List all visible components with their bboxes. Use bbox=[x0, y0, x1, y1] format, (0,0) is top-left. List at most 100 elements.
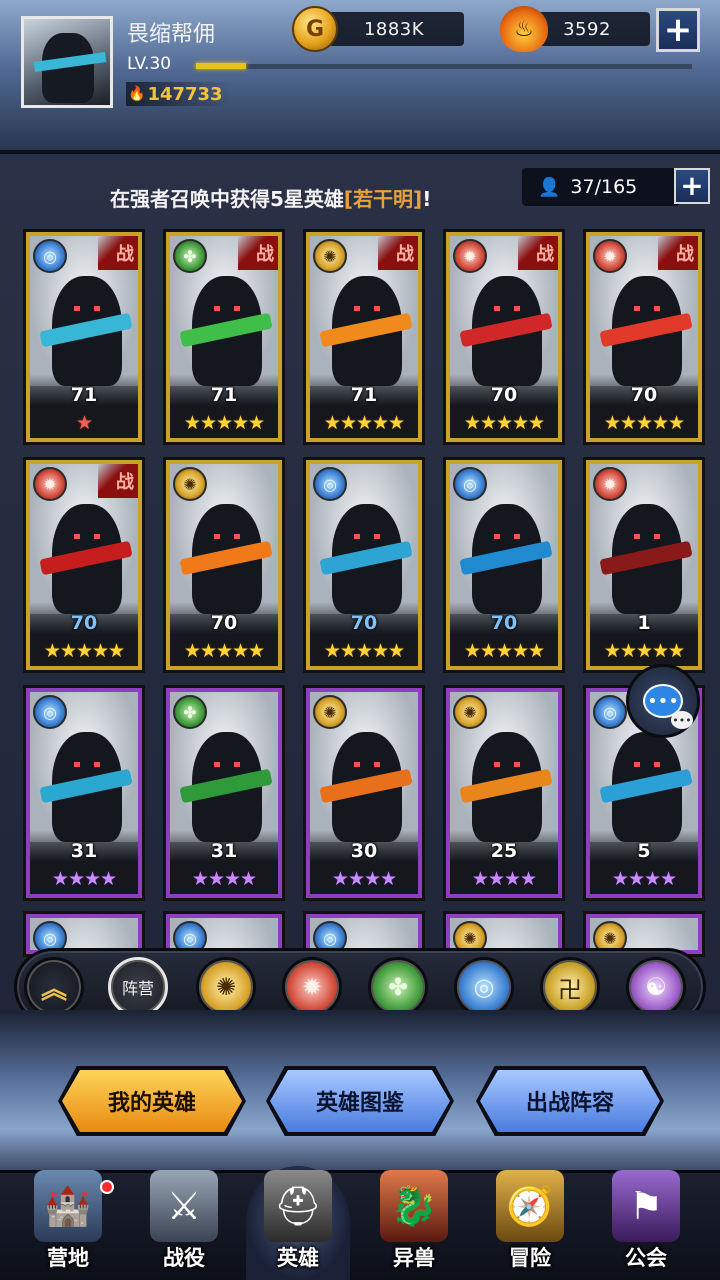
battle-badge: 战 bbox=[98, 236, 138, 270]
gold-coin-icon: G bbox=[292, 6, 338, 52]
power-icon: 🔥 bbox=[128, 86, 146, 102]
guild-banner-icon: ⚑ bbox=[612, 1170, 680, 1242]
nav-swords[interactable]: ⚔ 战役 bbox=[132, 1166, 236, 1280]
nav-label: 公会 bbox=[625, 1246, 667, 1270]
battle-badge: 战 bbox=[518, 236, 558, 270]
notice-text: 在强者召唤中获得5星英雄 bbox=[110, 187, 344, 211]
hero-level: 70 bbox=[70, 612, 98, 634]
hero-count-box: 👤 37/165 bbox=[522, 168, 680, 206]
hero-card[interactable]: ✹ 战 70 ★★★★★ bbox=[586, 232, 702, 442]
compass-icon: 🧭 bbox=[496, 1170, 564, 1242]
player-level: LV.30 bbox=[127, 54, 172, 74]
nav-castle[interactable]: 🏰 营地 bbox=[16, 1166, 120, 1280]
hero-card[interactable]: ✤ 31 ★★★★ bbox=[166, 688, 282, 898]
power-display: 🔥 147733 bbox=[126, 82, 231, 106]
hero-card[interactable]: ✺ 25 ★★★★ bbox=[446, 688, 562, 898]
castle-icon: 🏰 bbox=[34, 1170, 102, 1242]
battle-badge: 战 bbox=[98, 464, 138, 498]
hero-card[interactable]: ✺ 战 71 ★★★★★ bbox=[306, 232, 422, 442]
user-add-icon: 👤 bbox=[538, 176, 561, 198]
hero-level: 30 bbox=[350, 840, 378, 862]
hero-stars: ★★★★★ bbox=[43, 640, 125, 662]
player-avatar[interactable] bbox=[21, 16, 113, 108]
hero-card[interactable]: ✹ 战 70 ★★★★★ bbox=[26, 460, 142, 670]
fire-faction-icon: ✹ bbox=[33, 467, 67, 501]
hero-stars: ★★★★ bbox=[331, 868, 397, 890]
camp-filter-button[interactable]: 阵营 bbox=[108, 957, 168, 1017]
hero-level: 70 bbox=[490, 612, 518, 634]
tab-hero-codex[interactable]: 英雄图鉴 bbox=[270, 1070, 450, 1132]
hero-eyes bbox=[634, 762, 660, 767]
hero-level: 70 bbox=[630, 384, 658, 406]
wood-filter-icon[interactable]: ✤ bbox=[368, 957, 428, 1017]
hero-count: 37/165 bbox=[570, 176, 638, 198]
sun-faction-icon: ✺ bbox=[313, 239, 347, 273]
hero-level: 31 bbox=[70, 840, 98, 862]
fire-filter-icon[interactable]: ✹ bbox=[282, 957, 342, 1017]
hero-stars: ★★★★ bbox=[471, 868, 537, 890]
gem-flame-icon: ♨ bbox=[500, 6, 548, 52]
hero-card[interactable]: ✹ 战 70 ★★★★★ bbox=[446, 232, 562, 442]
hero-level: 70 bbox=[490, 384, 518, 406]
wood-faction-icon: ✤ bbox=[173, 695, 207, 729]
hero-card[interactable]: ✺ 70 ★★★★★ bbox=[166, 460, 282, 670]
hero-eyes bbox=[494, 306, 520, 311]
hero-stars: ★★★★★ bbox=[183, 640, 265, 662]
gem-value: 3592 bbox=[563, 18, 611, 40]
hero-card[interactable]: ✹ 1 ★★★★★ bbox=[586, 460, 702, 670]
hero-level: 25 bbox=[490, 840, 518, 862]
hero-card[interactable]: ◎ 战 71 ★ bbox=[26, 232, 142, 442]
hero-card[interactable]: ✺ 30 ★★★★ bbox=[306, 688, 422, 898]
nav-label: 战役 bbox=[163, 1246, 205, 1270]
hero-eyes bbox=[74, 762, 100, 767]
notice-hero-name[interactable]: [若干明] bbox=[344, 187, 422, 211]
nav-guild-banner[interactable]: ⚑ 公会 bbox=[594, 1166, 698, 1280]
hero-stars: ★★★★ bbox=[611, 868, 677, 890]
hero-stars: ★★★★ bbox=[51, 868, 117, 890]
hero-card[interactable]: ◎ 31 ★★★★ bbox=[26, 688, 142, 898]
hero-card[interactable]: ✤ 战 71 ★★★★★ bbox=[166, 232, 282, 442]
tab-lineup[interactable]: 出战阵容 bbox=[480, 1070, 660, 1132]
hero-level: 70 bbox=[350, 612, 378, 634]
hero-stars: ★★★★★ bbox=[183, 412, 265, 434]
void-filter-icon[interactable]: ☯ bbox=[626, 957, 686, 1017]
hero-eyes bbox=[74, 534, 100, 539]
player-name: 畏缩帮佣 bbox=[127, 22, 216, 47]
chat-small-icon: ••• bbox=[671, 711, 693, 729]
tab-my-heroes[interactable]: 我的英雄 bbox=[62, 1070, 242, 1132]
water-faction-icon: ◎ bbox=[33, 695, 67, 729]
hero-stars: ★★★★★ bbox=[603, 640, 685, 662]
sun-faction-icon: ✺ bbox=[313, 695, 347, 729]
hero-stars: ★ bbox=[75, 412, 93, 434]
water-faction-icon: ◎ bbox=[453, 467, 487, 501]
hero-card[interactable]: ◎ 70 ★★★★★ bbox=[446, 460, 562, 670]
hero-card[interactable]: ◎ 70 ★★★★★ bbox=[306, 460, 422, 670]
nav-beast[interactable]: 🐉 异兽 bbox=[362, 1166, 466, 1280]
sun-filter-icon[interactable]: ✺ bbox=[196, 957, 256, 1017]
fire-faction-icon: ✹ bbox=[453, 239, 487, 273]
hero-eyes bbox=[74, 306, 100, 311]
battle-badge: 战 bbox=[238, 236, 278, 270]
hero-level: 71 bbox=[350, 384, 378, 406]
hero-level: 1 bbox=[637, 612, 651, 634]
fire-faction-icon: ✹ bbox=[593, 467, 627, 501]
helmet-icon: ⛑ bbox=[264, 1170, 332, 1242]
xp-bar bbox=[196, 63, 246, 69]
hero-level: 71 bbox=[210, 384, 238, 406]
collapse-icon[interactable]: ︽ bbox=[24, 957, 84, 1017]
hero-eyes bbox=[214, 762, 240, 767]
earth-filter-icon[interactable]: 卍 bbox=[540, 957, 600, 1017]
hero-eyes bbox=[354, 534, 380, 539]
hero-stars: ★★★★★ bbox=[463, 412, 545, 434]
add-gems-button[interactable]: + bbox=[656, 8, 700, 52]
nav-compass[interactable]: 🧭 冒险 bbox=[478, 1166, 582, 1280]
gold-value: 1883K bbox=[363, 18, 425, 40]
power-value: 147733 bbox=[147, 83, 223, 105]
water-faction-icon: ◎ bbox=[593, 695, 627, 729]
expand-slots-button[interactable]: + bbox=[674, 168, 710, 204]
notice-tail: ! bbox=[422, 187, 432, 211]
nav-helmet[interactable]: ⛑ 英雄 bbox=[246, 1166, 350, 1280]
chat-button[interactable]: ••• ••• bbox=[626, 664, 700, 738]
water-filter-icon[interactable]: ◎ bbox=[454, 957, 514, 1017]
hero-stars: ★★★★★ bbox=[323, 640, 405, 662]
